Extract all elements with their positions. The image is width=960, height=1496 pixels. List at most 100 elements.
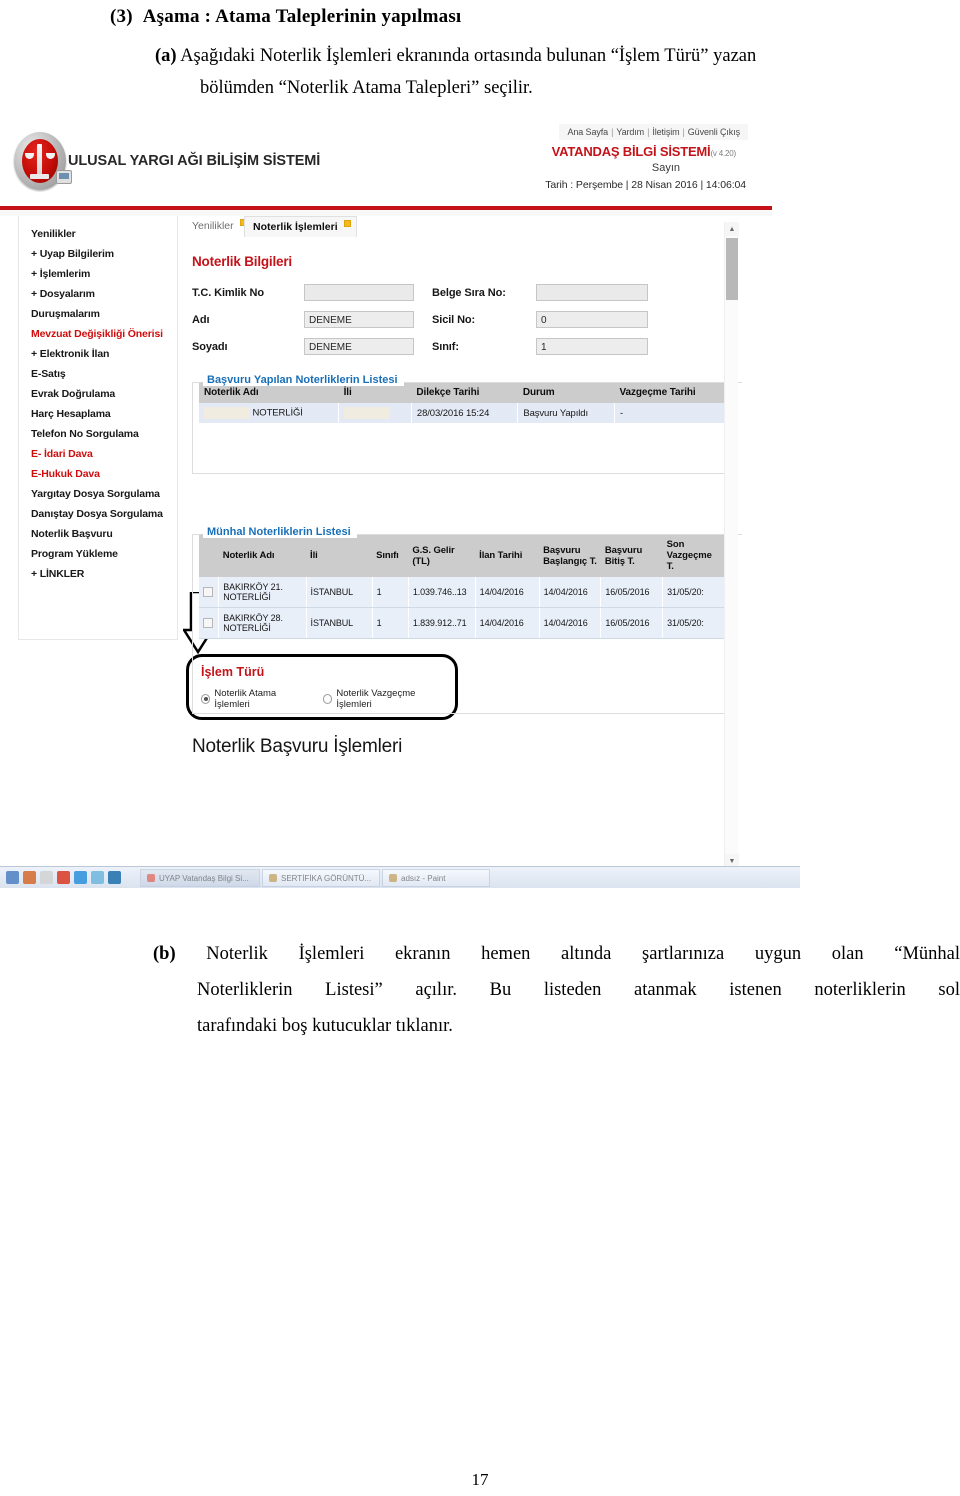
field-input-left[interactable]: [304, 284, 414, 301]
sidebar-item-4[interactable]: Duruşmalarım: [19, 304, 177, 324]
scrollbar-thumb[interactable]: [726, 238, 738, 300]
column-header: Sınıfı: [372, 534, 409, 577]
cell-basvuru-baslangic: 14/04/2016: [539, 577, 602, 608]
nav-link-home[interactable]: Ana Sayfa: [567, 127, 608, 137]
tab-yenilikler[interactable]: Yenilikler: [184, 216, 252, 236]
nav-link-contact[interactable]: İletişim: [652, 127, 679, 137]
sidebar-item-label: + Elektronik İlan: [31, 348, 110, 360]
app-icon-5[interactable]: [74, 871, 87, 884]
sidebar-item-11[interactable]: E- İdari Dava: [19, 444, 177, 464]
tab-noterlik-islemleri-label: Noterlik İşlemleri: [253, 221, 338, 233]
sidebar-item-13[interactable]: Yargıtay Dosya Sorgulama: [19, 484, 177, 504]
content-panel: Yenilikler Noterlik İşlemleri Noterlik B…: [182, 216, 742, 876]
table-row[interactable]: NOTERLİĞİ 28/03/2016 15:24 Başvuru Yapıldı…: [199, 403, 726, 424]
scroll-up-icon[interactable]: ▲: [725, 222, 739, 236]
field-input-right[interactable]: [536, 284, 648, 301]
column-header: Durum: [517, 382, 615, 403]
basvuru-listesi-legend: Başvuru Yapılan Noterliklerin Listesi: [203, 374, 742, 386]
cell-select[interactable]: [199, 577, 220, 608]
app-icon-2[interactable]: [23, 871, 36, 884]
sidebar-item-label: Harç Hesaplama: [31, 408, 111, 420]
sidebar-item-0[interactable]: Yenilikler: [19, 224, 177, 244]
page-number: 17: [471, 1470, 489, 1489]
field-input-right[interactable]: 1: [536, 338, 648, 355]
quick-launch-icons: [6, 871, 121, 884]
row-checkbox[interactable]: [203, 587, 213, 598]
sidebar-item-7[interactable]: E-Satış: [19, 364, 177, 384]
paragraph-a-line-2: bölümden “Noterlik Atama Talepleri” seçi…: [200, 78, 533, 98]
taskbar-button-sertifika[interactable]: SERTİFİKA GÖRÜNTÜ...: [262, 869, 380, 887]
sidebar-item-14[interactable]: Danıştay Dosya Sorgulama: [19, 504, 177, 524]
cell-noterlik-adi: NOTERLİĞİ: [199, 403, 340, 424]
app-heading-noterlik-basvuru: Noterlik Başvuru İşlemleri: [192, 736, 403, 757]
system-name-text: VATANDAŞ BİLGİ SİSTEMİ: [551, 144, 711, 159]
cell-ilan-tarihi: 14/04/2016: [475, 577, 540, 608]
munhal-listesi-table: Noterlik Adı İli Sınıfı G.S. Gelir (TL) İlan…: [199, 534, 725, 639]
noterlik-islemleri-panel: Noterlik Bilgileri T.C. Kimlik No Belge S…: [182, 240, 742, 876]
sidebar-item-1[interactable]: + Uyap Bilgilerim: [19, 244, 177, 264]
field-input-left[interactable]: DENEME: [304, 338, 414, 355]
sidebar-item-5[interactable]: Mevzuat Değişikliği Önerisi: [19, 324, 177, 344]
sidebar-item-12[interactable]: E-Hukuk Dava: [19, 464, 177, 484]
column-header: Dilekçe Tarihi: [411, 382, 518, 403]
sidebar-item-17[interactable]: + LİNKLER: [19, 564, 177, 584]
field-input-left[interactable]: DENEME: [304, 311, 414, 328]
sidebar-item-label: + LİNKLER: [31, 568, 85, 580]
cell-gelir: 1.039.746..13: [408, 577, 476, 608]
top-nav-links: Ana Sayfa | Yardım | İletişim | Güvenli Çıkış: [559, 124, 748, 140]
column-header: İli: [306, 534, 373, 577]
table-row[interactable]: BAKIRKÖY 28. NOTERLİĞİ İSTANBUL 1 1.839.912…: [199, 607, 725, 639]
cell-select[interactable]: [199, 607, 220, 639]
app-icon-3[interactable]: [40, 871, 53, 884]
column-header: Noterlik Adı: [218, 534, 307, 577]
sidebar-item-10[interactable]: Telefon No Sorgulama: [19, 424, 177, 444]
app-icon-4[interactable]: [57, 871, 70, 884]
section-title-noterlik-bilgileri: Noterlik Bilgileri: [192, 254, 292, 269]
paragraph-a-line-1: Aşağıdaki Noterlik İşlemleri ekranında o…: [180, 46, 757, 66]
column-header: Vazgeçme Tarihi: [614, 382, 725, 403]
sidebar-item-3[interactable]: + Dosyalarım: [19, 284, 177, 304]
sidebar-item-6[interactable]: + Elektronik İlan: [19, 344, 177, 364]
monitor-icon: [56, 170, 72, 184]
tab-noterlik-islemleri[interactable]: Noterlik İşlemleri: [244, 216, 357, 237]
greeting-text: Sayın: [651, 162, 680, 174]
cell-son-vazgecme: 31/05/20:: [662, 607, 725, 639]
taskbar-button-paint[interactable]: adsız - Paint: [382, 869, 490, 887]
page-title: (3) Aşama : Atama Taleplerinin yapılması: [110, 6, 461, 28]
field-label-left: T.C. Kimlik No: [192, 286, 264, 299]
column-header: Başvuru Başlangıç T.: [539, 534, 601, 577]
app-icon-1[interactable]: [6, 871, 19, 884]
row-checkbox[interactable]: [203, 618, 213, 629]
app-icon-6[interactable]: [91, 871, 104, 884]
sidebar-item-label: E- İdari Dava: [31, 448, 93, 460]
app-icon-7[interactable]: [108, 871, 121, 884]
system-name: VATANDAŞ BİLGİ SİSTEMİ(v 4.20): [551, 144, 737, 159]
sidebar-menu: Yenilikler + Uyap Bilgilerim + İşlemlerim +…: [18, 216, 178, 640]
sidebar-item-2[interactable]: + İşlemlerim: [19, 264, 177, 284]
screenshot-right-margin: [772, 118, 800, 866]
paragraph-b-line-2: Noterliklerin Listesi” açılır. Bu listed…: [197, 980, 960, 1000]
brand-title: ULUSAL YARGI AĞI BİLİŞİM SİSTEMİ: [68, 153, 321, 169]
sidebar-item-16[interactable]: Program Yükleme: [19, 544, 177, 564]
sidebar-item-label: E-Satış: [31, 368, 66, 380]
sidebar-item-9[interactable]: Harç Hesaplama: [19, 404, 177, 424]
sidebar-item-label: Noterlik Başvuru: [31, 528, 113, 540]
sidebar-item-15[interactable]: Noterlik Başvuru: [19, 524, 177, 544]
vertical-scrollbar[interactable]: ▲ ▼: [724, 222, 739, 868]
heading-number: (3): [110, 6, 133, 27]
table-row[interactable]: BAKIRKÖY 21. NOTERLİĞİ İSTANBUL 1 1.039.746…: [199, 577, 725, 608]
field-input-right[interactable]: 0: [536, 311, 648, 328]
taskbar-button-paint-label: adsız - Paint: [401, 873, 446, 883]
browser-icon: [147, 874, 155, 882]
nav-link-help[interactable]: Yardım: [616, 127, 644, 137]
sidebar-item-8[interactable]: Evrak Doğrulama: [19, 384, 177, 404]
taskbar-button-browser[interactable]: UYAP Vatandaş Bilgi Si...: [140, 869, 260, 887]
nav-link-logout[interactable]: Güvenli Çıkış: [688, 127, 740, 137]
close-icon[interactable]: [343, 220, 351, 227]
brand-logo: ULUSAL YARGI AĞI BİLİŞİM SİSTEMİ: [14, 132, 320, 190]
column-header: [199, 534, 219, 577]
cell-noterlik-adi: BAKIRKÖY 28. NOTERLİĞİ: [218, 607, 307, 639]
tab-bar: Yenilikler Noterlik İşlemleri: [182, 216, 742, 238]
field-label-right: Belge Sıra No:: [432, 286, 506, 299]
sidebar-item-label: E-Hukuk Dava: [31, 468, 100, 480]
